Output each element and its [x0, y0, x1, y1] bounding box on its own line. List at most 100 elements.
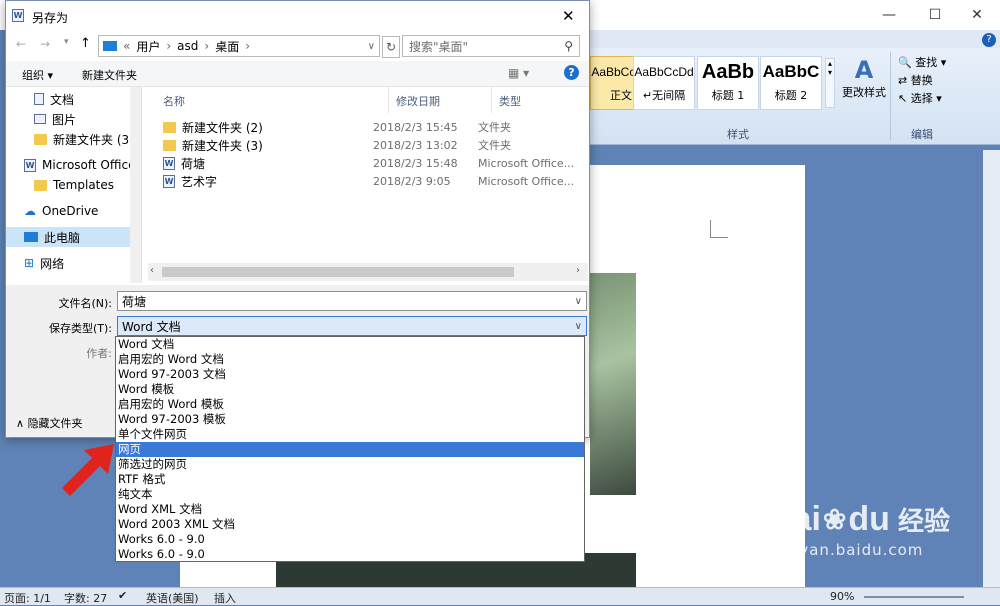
style-heading2[interactable]: AaBbC 标题 2	[760, 56, 822, 110]
filetype-dropdown-icon[interactable]: ∨	[575, 321, 582, 332]
nav-item-microsoft-office[interactable]: W Microsoft Office	[6, 155, 141, 175]
file-type: Microsoft Office...	[478, 174, 573, 188]
nav-scrollbar[interactable]	[130, 87, 141, 283]
language[interactable]: 英语(美国)	[146, 590, 199, 606]
file-name: 新建文件夹 (2)	[182, 120, 263, 135]
file-row[interactable]: 新建文件夹 (3) 2018/2/3 13:02 文件夹	[163, 136, 583, 154]
file-date: 2018/2/3 9:05	[373, 174, 451, 188]
style-heading1[interactable]: AaBb 标题 1	[697, 56, 759, 110]
forward-icon[interactable]: →	[40, 37, 50, 51]
file-type: Microsoft Office...	[478, 156, 573, 170]
file-row[interactable]: 新建文件夹 (2) 2018/2/3 15:45 文件夹	[163, 118, 583, 136]
address-dropdown-icon[interactable]: ∨	[368, 41, 375, 52]
address-overflow[interactable]: «	[123, 39, 130, 53]
breadcrumb-asd[interactable]: asd	[177, 39, 198, 53]
organize-button[interactable]: 组织 ▾	[22, 67, 53, 83]
filetype-option[interactable]: Word 97-2003 文档	[116, 367, 584, 382]
column-date[interactable]: 修改日期	[396, 93, 440, 109]
nav-item-network[interactable]: ⊞ 网络	[6, 253, 141, 273]
help-icon[interactable]: ?	[564, 65, 579, 80]
new-folder-button[interactable]: 新建文件夹	[82, 67, 137, 83]
breadcrumb-separator[interactable]: ›	[204, 39, 209, 53]
back-icon[interactable]: ←	[16, 37, 26, 51]
nav-item-new-folder-3[interactable]: 新建文件夹 (3)	[6, 129, 141, 149]
dialog-close-button[interactable]: ✕	[562, 7, 575, 25]
column-type[interactable]: 类型	[499, 93, 521, 109]
breadcrumb-desktop[interactable]: 桌面	[215, 38, 239, 55]
paw-icon: ❀	[822, 504, 847, 535]
filetype-option[interactable]: 单个文件网页	[116, 427, 584, 442]
hide-folders-button[interactable]: ∧ 隐藏文件夹	[16, 415, 83, 431]
filetype-select[interactable]: Word 文档 ∨	[117, 316, 587, 336]
nav-item-pictures[interactable]: 图片	[6, 109, 141, 129]
filetype-option[interactable]: Word 模板	[116, 382, 584, 397]
filetype-option[interactable]: Word 2003 XML 文档	[116, 517, 584, 532]
filetype-option[interactable]: Word 97-2003 模板	[116, 412, 584, 427]
filetype-option[interactable]: RTF 格式	[116, 472, 584, 487]
view-options-icon[interactable]: ▦ ▾	[508, 66, 529, 80]
select-icon: ↖	[898, 92, 908, 105]
scroll-right-icon[interactable]: ›	[576, 265, 580, 276]
computer-icon	[24, 232, 38, 242]
nav-item-templates[interactable]: Templates	[6, 175, 141, 195]
style-no-spacing[interactable]: AaBbCcDd ↵无间隔	[633, 56, 695, 110]
file-row[interactable]: W 艺术字 2018/2/3 9:05 Microsoft Office...	[163, 172, 583, 190]
hide-folders-label: 隐藏文件夹	[27, 417, 83, 430]
filetype-option-selected[interactable]: 网页	[116, 442, 584, 457]
style-preview: AaBbCcDd	[634, 65, 694, 79]
zoom-slider[interactable]	[864, 596, 964, 598]
nav-item-onedrive[interactable]: ☁ OneDrive	[6, 201, 141, 221]
search-placeholder: 搜索"桌面"	[409, 39, 469, 54]
vertical-scrollbar[interactable]	[983, 150, 1000, 587]
find-label: 查找 ▾	[915, 56, 947, 69]
dialog-titlebar: W 另存为 ✕	[6, 1, 589, 31]
watermark-brand: Bai	[768, 500, 821, 538]
filetype-option[interactable]: Word 文档	[116, 337, 584, 352]
nav-item-this-pc[interactable]: 此电脑	[6, 227, 141, 247]
file-name: 荷塘	[181, 156, 206, 171]
nav-item-documents[interactable]: 文档	[6, 89, 141, 109]
styles-scroll[interactable]: ▴ ▾	[825, 58, 835, 108]
filetype-option[interactable]: Word XML 文档	[116, 502, 584, 517]
filetype-option[interactable]: 纯文本	[116, 487, 584, 502]
search-icon: ⚲	[564, 39, 573, 53]
lotus-image[interactable]	[590, 273, 636, 495]
filetype-option[interactable]: 筛选过的网页	[116, 457, 584, 472]
search-input[interactable]: 搜索"桌面" ⚲	[402, 35, 580, 57]
recent-dropdown-icon[interactable]: ▾	[64, 37, 69, 47]
up-icon[interactable]: ↑	[80, 36, 91, 51]
change-styles-button[interactable]: A 更改样式	[840, 56, 888, 116]
minimize-button[interactable]: —	[866, 0, 912, 30]
breadcrumb-separator[interactable]: ›	[245, 39, 250, 53]
nav-label: 新建文件夹 (3)	[53, 132, 134, 147]
page-count: 页面: 1/1	[4, 592, 51, 605]
filetype-option[interactable]: Works 6.0 - 9.0	[116, 547, 584, 562]
maximize-button[interactable]: ☐	[912, 0, 958, 30]
status-bar: 页面: 1/1 字数: 27 ✔ 英语(美国) 插入 90%	[0, 587, 1000, 605]
proofing-icon[interactable]: ✔	[118, 589, 127, 602]
zoom-level[interactable]: 90%	[830, 590, 854, 603]
refresh-icon[interactable]: ↻	[382, 36, 400, 58]
chevron-up-icon: ∧	[16, 417, 28, 430]
column-name[interactable]: 名称	[163, 93, 185, 109]
insert-mode[interactable]: 插入	[214, 590, 236, 606]
help-icon[interactable]: ?	[982, 33, 996, 47]
close-button[interactable]: ✕	[954, 0, 1000, 30]
replace-button[interactable]: ⇄ 替换	[898, 72, 946, 90]
filename-input[interactable]: 荷塘 ∨	[117, 291, 587, 311]
red-arrow-icon	[62, 444, 114, 496]
breadcrumb-users[interactable]: 用户	[136, 38, 160, 55]
select-button[interactable]: ↖ 选择 ▾	[898, 90, 946, 108]
address-bar[interactable]: « 用户 › asd › 桌面 › ∨	[98, 35, 380, 57]
filetype-option[interactable]: 启用宏的 Word 文档	[116, 352, 584, 367]
filetype-option[interactable]: Works 6.0 - 9.0	[116, 532, 584, 547]
filename-dropdown-icon[interactable]: ∨	[575, 296, 582, 307]
file-row[interactable]: W 荷塘 2018/2/3 15:48 Microsoft Office...	[163, 154, 583, 172]
scroll-left-icon[interactable]: ‹	[150, 265, 154, 276]
horizontal-scrollbar[interactable]: ‹ ›	[148, 263, 588, 281]
find-button[interactable]: 🔍 查找 ▾	[898, 54, 946, 72]
scroll-thumb[interactable]	[162, 267, 514, 277]
word-count[interactable]: 字数: 27	[64, 590, 107, 606]
breadcrumb-separator[interactable]: ›	[166, 39, 171, 53]
filetype-option[interactable]: 启用宏的 Word 模板	[116, 397, 584, 412]
